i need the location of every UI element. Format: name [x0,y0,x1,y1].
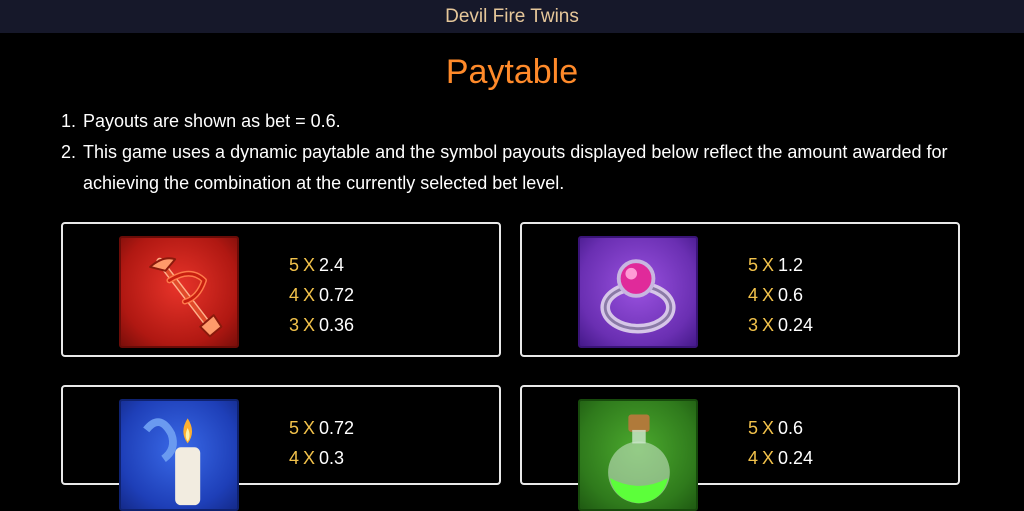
multiply-sign: X [303,255,316,275]
payout-list: 5 X 2.4 4 X 0.72 3 X 0.36 [289,250,354,340]
payout-value: 0.24 [778,448,814,468]
top-bar: Devil Fire Twins [0,0,1024,33]
match-count: 5 [289,255,300,275]
note-item: 2. This game uses a dynamic paytable and… [61,137,961,199]
match-count: 5 [748,418,759,438]
payout-row: 5 X 1.2 [748,250,813,280]
multiply-sign: X [762,315,775,335]
note-item: 1. Payouts are shown as bet = 0.6. [61,106,961,137]
match-count: 3 [748,315,759,335]
payout-row: 3 X 0.24 [748,310,813,340]
multiply-sign: X [303,418,316,438]
multiply-sign: X [303,448,316,468]
payout-row: 4 X 0.3 [289,443,354,473]
match-count: 4 [748,285,759,305]
match-count: 5 [748,255,759,275]
symbol-card-potion: 5 X 0.6 4 X 0.24 [520,385,960,511]
payout-value: 1.2 [778,255,804,275]
multiply-sign: X [762,418,775,438]
candle-icon [119,399,239,511]
note-text: Payouts are shown as bet = 0.6. [83,111,341,131]
payout-row: 5 X 0.6 [748,413,813,443]
payout-list: 5 X 0.6 4 X 0.24 [748,413,813,473]
match-count: 4 [289,448,300,468]
symbol-card-ring: 5 X 1.2 4 X 0.6 3 X 0.24 [520,222,960,357]
payout-value: 0.3 [319,448,345,468]
payout-list: 5 X 1.2 4 X 0.6 3 X 0.24 [748,250,813,340]
payout-value: 0.72 [319,418,355,438]
payout-value: 0.36 [319,315,355,335]
payout-list: 5 X 0.72 4 X 0.3 [289,413,354,473]
multiply-sign: X [762,255,775,275]
payout-value: 0.24 [778,315,814,335]
trident-icon [119,236,239,348]
multiply-sign: X [762,285,775,305]
note-number: 2. [61,142,77,162]
payout-value: 0.6 [778,418,804,438]
payout-row: 4 X 0.6 [748,280,813,310]
match-count: 4 [748,448,759,468]
match-count: 5 [289,418,300,438]
note-number: 1. [61,111,77,131]
payout-row: 5 X 0.72 [289,413,354,443]
game-title: Devil Fire Twins [445,5,579,27]
ring-icon [578,236,698,348]
multiply-sign: X [303,315,316,335]
payout-row: 4 X 0.24 [748,443,813,473]
payout-row: 3 X 0.36 [289,310,354,340]
payout-value: 2.4 [319,255,345,275]
multiply-sign: X [762,448,775,468]
note-text: This game uses a dynamic paytable and th… [83,142,948,193]
match-count: 4 [289,285,300,305]
payout-value: 0.72 [319,285,355,305]
paytable-notes: 1. Payouts are shown as bet = 0.6. 2. Th… [61,106,961,199]
multiply-sign: X [303,285,316,305]
payout-row: 4 X 0.72 [289,280,354,310]
symbol-card-candle: 5 X 0.72 4 X 0.3 [61,385,501,511]
symbol-card-trident: 5 X 2.4 4 X 0.72 3 X 0.36 [61,222,501,357]
potion-icon [578,399,698,511]
page-title: Paytable [445,53,579,91]
payout-value: 0.6 [778,285,804,305]
match-count: 3 [289,315,300,335]
payout-row: 5 X 2.4 [289,250,354,280]
